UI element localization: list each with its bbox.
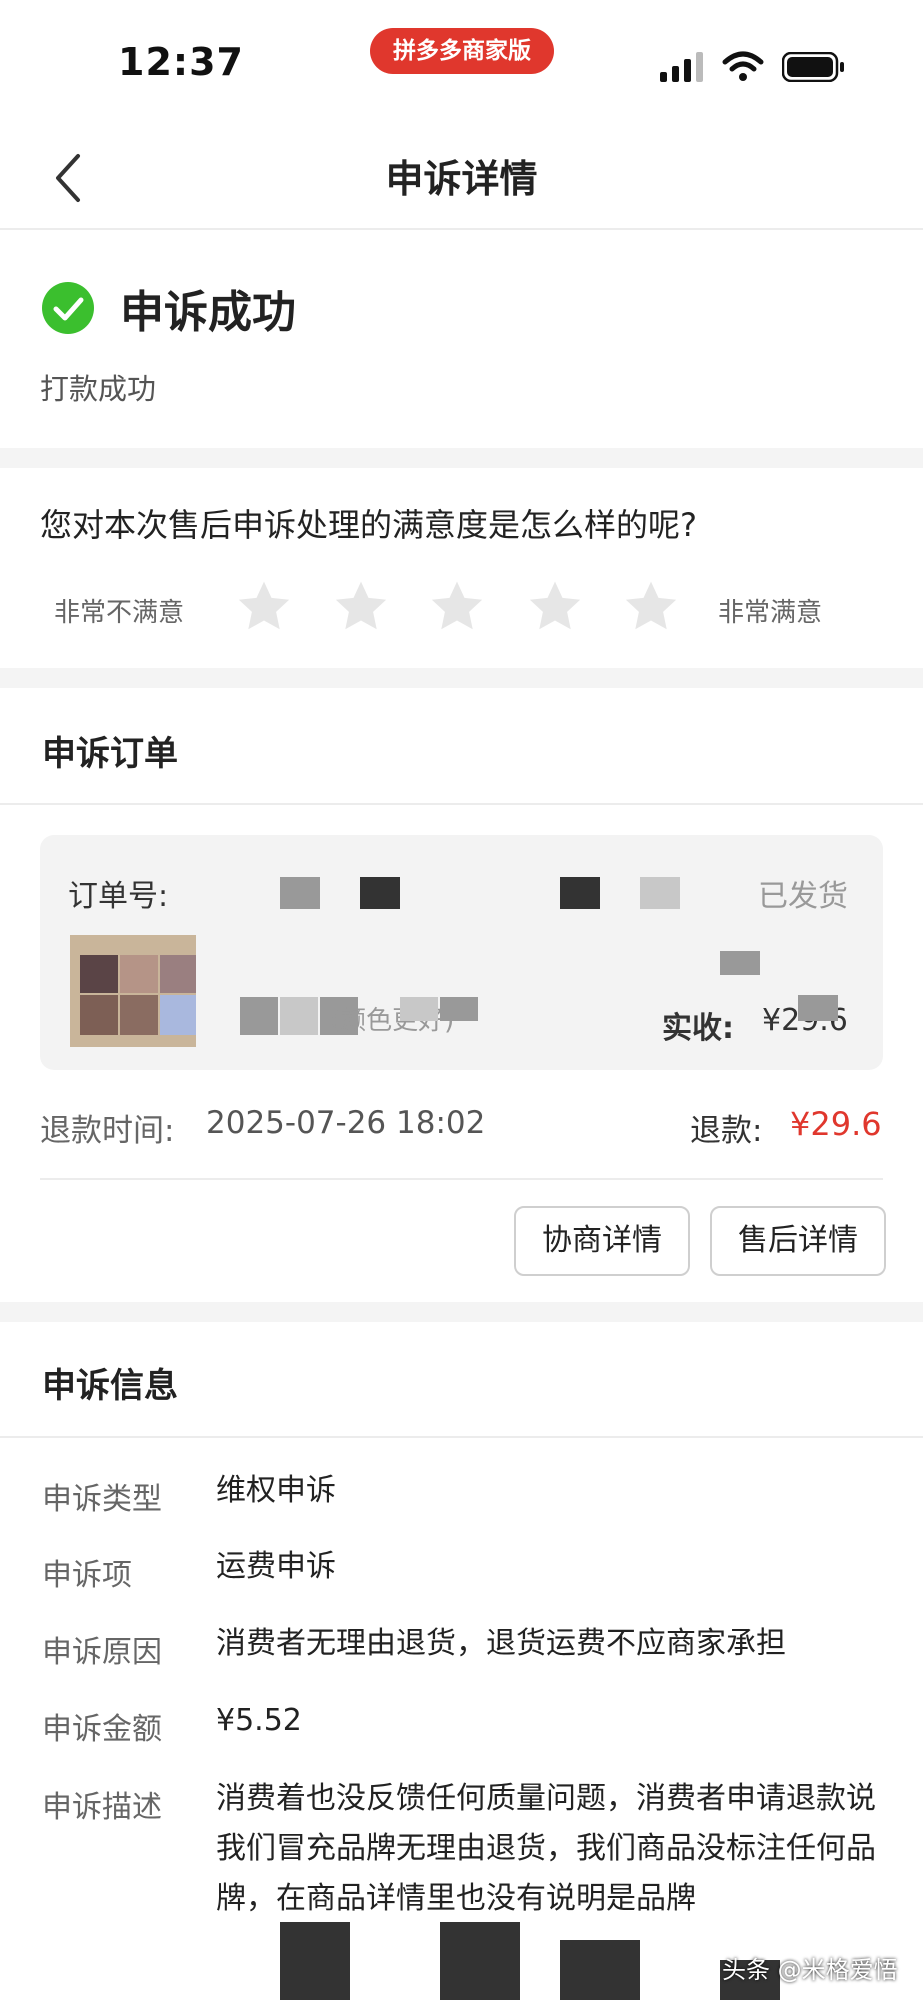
redaction [280, 1922, 350, 2000]
redaction [360, 877, 400, 909]
nav-divider [0, 228, 923, 230]
appeal-status-title: 申诉成功 [120, 287, 296, 338]
rating-max-label: 非常满意 [718, 598, 823, 628]
refund-time-label: 退款时间: [40, 1113, 175, 1149]
section-divider [0, 803, 923, 805]
watermark: 头条 @米格爱悟 [722, 1956, 898, 1984]
appeal-type-value: 维权申诉 [216, 1473, 336, 1508]
section-gap [0, 448, 923, 468]
order-card[interactable]: 订单号: 已发货 (颜色更好) 实收: ¥29.6 [40, 835, 883, 1070]
star-1-icon[interactable] [235, 578, 293, 636]
payout-status: 打款成功 [40, 372, 157, 406]
section-gap [0, 668, 923, 688]
redaction [280, 997, 318, 1035]
app-badge: 拼多多商家版 [370, 28, 554, 74]
redaction [720, 951, 760, 975]
status-time: 12:37 [118, 40, 244, 84]
redaction [560, 1940, 640, 2000]
redaction [400, 997, 438, 1021]
signal-icon [660, 52, 703, 82]
appeal-item-value: 运费申诉 [216, 1549, 336, 1584]
refund-label: 退款: [690, 1113, 763, 1149]
appeal-item-label: 申诉项 [42, 1558, 132, 1593]
rating-min-label: 非常不满意 [54, 598, 185, 628]
redaction [560, 877, 600, 909]
order-section-title: 申诉订单 [42, 734, 178, 774]
appeal-description-label: 申诉描述 [42, 1790, 162, 1825]
appeal-amount-value: ¥5.52 [216, 1703, 302, 1738]
product-thumbnail [70, 935, 196, 1047]
wifi-icon [722, 51, 764, 81]
refund-time: 2025-07-26 18:02 [206, 1105, 486, 1141]
star-2-icon[interactable] [332, 578, 390, 636]
section-divider [0, 1436, 923, 1438]
refund-amount: ¥29.6 [790, 1105, 882, 1143]
star-4-icon[interactable] [526, 578, 584, 636]
star-5-icon[interactable] [622, 578, 680, 636]
redaction [640, 877, 680, 909]
section-divider [40, 1178, 883, 1180]
redaction [240, 997, 278, 1035]
order-number-label: 订单号: [68, 879, 169, 914]
section-gap [0, 1302, 923, 1322]
shipping-status: 已发货 [758, 879, 848, 914]
redaction [798, 995, 838, 1021]
battery-icon [782, 52, 844, 82]
appeal-amount-label: 申诉金额 [42, 1712, 162, 1747]
star-3-icon[interactable] [428, 578, 486, 636]
status-bar: 12:37 拼多多商家版 [0, 0, 923, 112]
redaction [280, 877, 320, 909]
appeal-reason-value: 消费者无理由退货，退货运费不应商家承担 [216, 1626, 786, 1661]
check-circle-icon [42, 282, 94, 334]
redaction [440, 1922, 520, 2000]
redaction [440, 997, 478, 1021]
page-title: 申诉详情 [385, 157, 538, 201]
satisfaction-question: 您对本次售后申诉处理的满意度是怎么样的呢? [40, 506, 697, 544]
appeal-reason-label: 申诉原因 [42, 1635, 162, 1670]
after-sales-details-button[interactable]: 售后详情 [710, 1206, 886, 1276]
appeal-info-title: 申诉信息 [42, 1366, 178, 1406]
appeal-type-label: 申诉类型 [42, 1482, 162, 1517]
paid-label: 实收: [662, 1011, 734, 1046]
negotiation-details-button[interactable]: 协商详情 [514, 1206, 690, 1276]
